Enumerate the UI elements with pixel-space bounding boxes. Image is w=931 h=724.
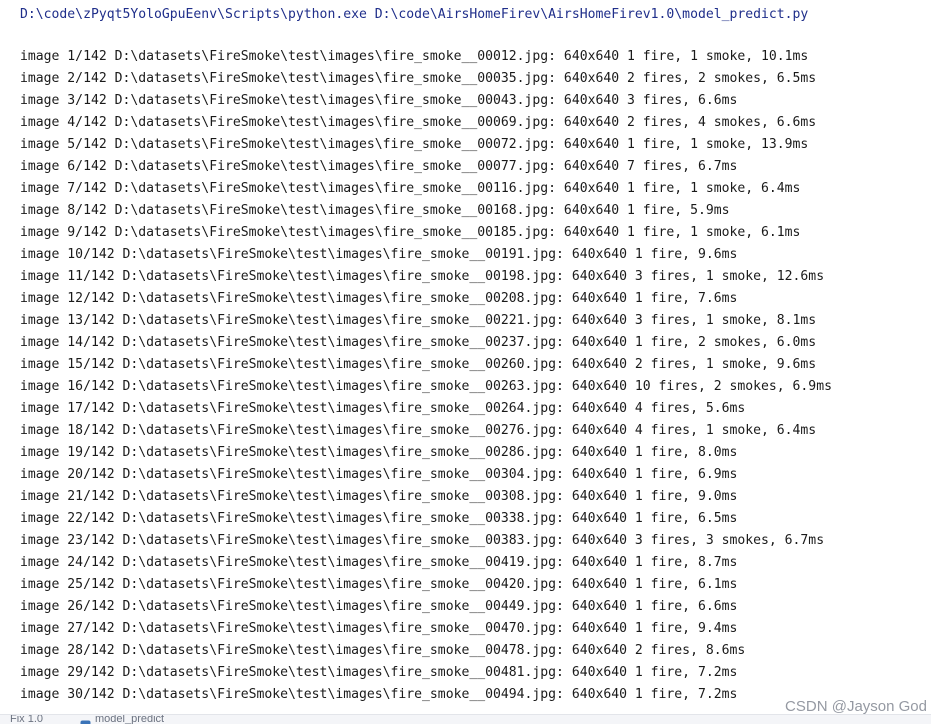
run-console[interactable]: D:\code\zPyqt5YoloGpuEenv\Scripts\python…	[0, 0, 931, 724]
log-line: image 17/142 D:\datasets\FireSmoke\test\…	[20, 401, 746, 416]
log-line: image 14/142 D:\datasets\FireSmoke\test\…	[20, 335, 817, 350]
log-line: image 22/142 D:\datasets\FireSmoke\test\…	[20, 511, 738, 526]
log-line: image 12/142 D:\datasets\FireSmoke\test\…	[20, 291, 738, 306]
log-line: image 1/142 D:\datasets\FireSmoke\test\i…	[20, 49, 809, 64]
watermark: CSDN @Jayson God	[785, 698, 927, 715]
log-line: image 4/142 D:\datasets\FireSmoke\test\i…	[20, 115, 817, 130]
log-line: image 27/142 D:\datasets\FireSmoke\test\…	[20, 621, 738, 636]
log-line: image 23/142 D:\datasets\FireSmoke\test\…	[20, 533, 825, 548]
status-left-text: Fix 1.0	[10, 714, 44, 724]
log-line: image 19/142 D:\datasets\FireSmoke\test\…	[20, 445, 738, 460]
log-line: image 9/142 D:\datasets\FireSmoke\test\i…	[20, 225, 801, 240]
log-line: image 6/142 D:\datasets\FireSmoke\test\i…	[20, 159, 738, 174]
log-line: image 5/142 D:\datasets\FireSmoke\test\i…	[20, 137, 809, 152]
log-line: image 29/142 D:\datasets\FireSmoke\test\…	[20, 665, 738, 680]
python-icon	[80, 716, 91, 724]
log-line: image 7/142 D:\datasets\FireSmoke\test\i…	[20, 181, 801, 196]
log-line: image 3/142 D:\datasets\FireSmoke\test\i…	[20, 93, 738, 108]
log-line: image 25/142 D:\datasets\FireSmoke\test\…	[20, 577, 738, 592]
log-line: image 15/142 D:\datasets\FireSmoke\test\…	[20, 357, 817, 372]
log-line: image 30/142 D:\datasets\FireSmoke\test\…	[20, 687, 738, 702]
output-log: image 1/142 D:\datasets\FireSmoke\test\i…	[20, 46, 832, 706]
run-config-tab[interactable]: model_predict	[95, 715, 164, 724]
command-line: D:\code\zPyqt5YoloGpuEenv\Scripts\python…	[20, 7, 809, 22]
log-line: image 2/142 D:\datasets\FireSmoke\test\i…	[20, 71, 817, 86]
log-line: image 26/142 D:\datasets\FireSmoke\test\…	[20, 599, 738, 614]
log-line: image 11/142 D:\datasets\FireSmoke\test\…	[20, 269, 825, 284]
log-line: image 24/142 D:\datasets\FireSmoke\test\…	[20, 555, 738, 570]
log-line: image 21/142 D:\datasets\FireSmoke\test\…	[20, 489, 738, 504]
log-line: image 8/142 D:\datasets\FireSmoke\test\i…	[20, 203, 730, 218]
log-line: image 28/142 D:\datasets\FireSmoke\test\…	[20, 643, 746, 658]
log-line: image 18/142 D:\datasets\FireSmoke\test\…	[20, 423, 817, 438]
log-line: image 10/142 D:\datasets\FireSmoke\test\…	[20, 247, 738, 262]
log-line: image 13/142 D:\datasets\FireSmoke\test\…	[20, 313, 817, 328]
log-line: image 20/142 D:\datasets\FireSmoke\test\…	[20, 467, 738, 482]
log-line: image 16/142 D:\datasets\FireSmoke\test\…	[20, 379, 832, 394]
